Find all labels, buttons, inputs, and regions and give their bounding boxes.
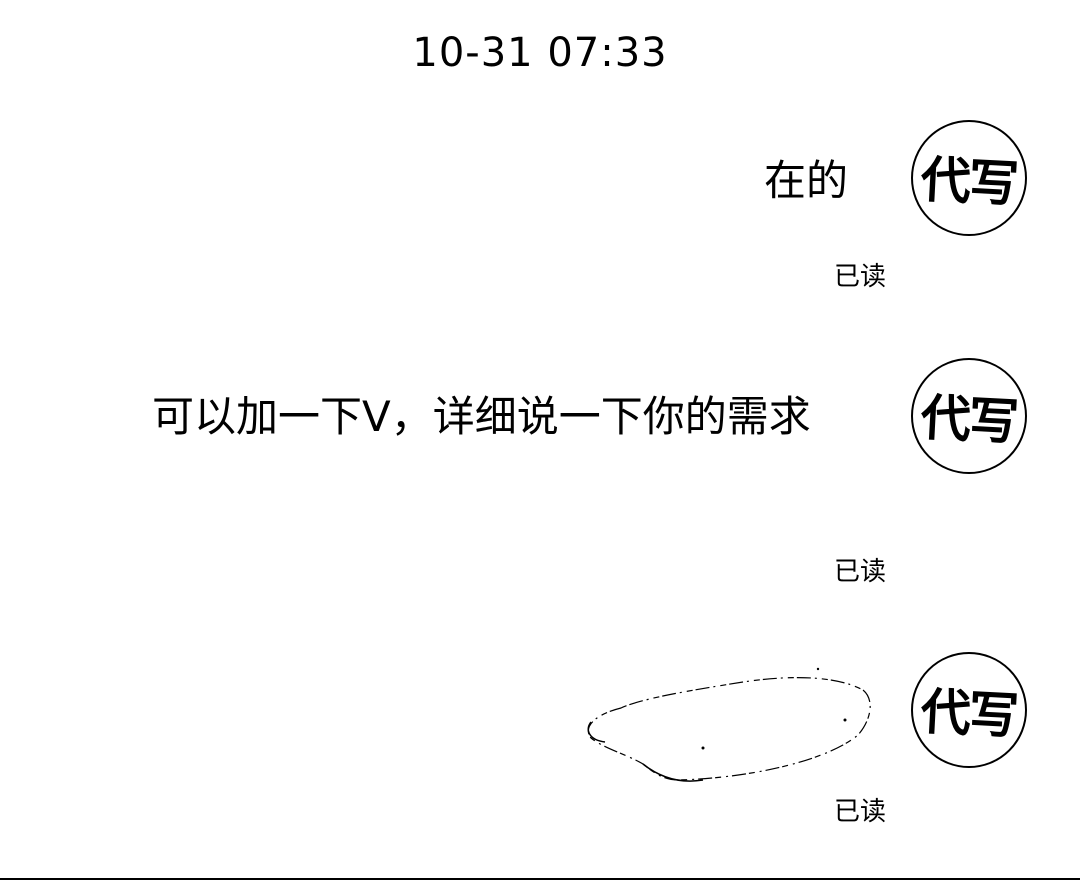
avatar-label: 代写 xyxy=(919,150,1019,214)
read-status: 已读 xyxy=(833,557,886,587)
avatar-label: 代写 xyxy=(919,388,1019,452)
read-status: 已读 xyxy=(833,262,886,292)
message-text[interactable]: 可以加一下V，详细说一下你的需求 xyxy=(152,388,832,445)
avatar[interactable]: 代写 xyxy=(911,358,1027,474)
redacted-image[interactable] xyxy=(583,660,883,790)
chat-timestamp: 10-31 07:33 xyxy=(412,30,668,76)
avatar[interactable]: 代写 xyxy=(911,652,1027,768)
avatar[interactable]: 代写 xyxy=(911,120,1027,236)
avatar-label: 代写 xyxy=(919,682,1019,746)
read-status: 已读 xyxy=(833,797,886,827)
message-text[interactable]: 在的 xyxy=(764,152,848,209)
